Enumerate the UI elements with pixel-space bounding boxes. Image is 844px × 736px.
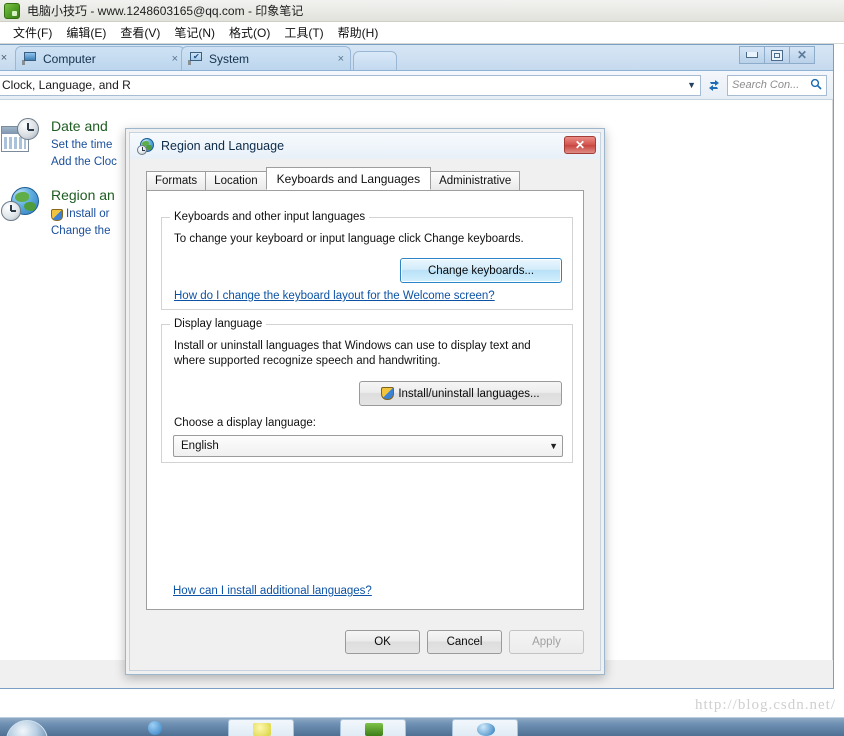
welcome-screen-help-link[interactable]: How do I change the keyboard layout for … — [174, 290, 495, 302]
install-uninstall-languages-button[interactable]: Install/uninstall languages... — [359, 381, 562, 406]
explorer-tab-computer[interactable]: Computer × — [15, 46, 185, 70]
host-app-title: 电脑小技巧 - www.1248603165@qq.com - 印象笔记 — [27, 4, 304, 18]
dialog-close-button[interactable]: ✕ — [564, 136, 596, 154]
menu-item-note[interactable]: 笔记(N) — [167, 22, 222, 43]
region-language-icon — [0, 185, 43, 229]
taskbar-window-button[interactable] — [228, 719, 294, 736]
item-title[interactable]: Date and — [51, 118, 117, 134]
item-title[interactable]: Region an — [51, 187, 115, 203]
shield-icon — [381, 387, 395, 400]
close-button[interactable]: ✕ — [789, 46, 815, 64]
search-icon — [810, 78, 822, 93]
item-link-label: Add the Cloc — [51, 156, 117, 168]
start-button[interactable] — [6, 720, 48, 736]
group-legend: Display language — [170, 318, 267, 330]
tab-close-icon[interactable]: × — [326, 53, 344, 65]
dialog-titlebar: Region and Language ✕ — [130, 133, 600, 159]
explorer-address-bar: Clock, Language, and R ▼ Search Con... — [0, 71, 833, 100]
display-language-group: Display language Install or uninstall la… — [161, 318, 573, 463]
item-link-label: Change the — [51, 225, 111, 237]
menu-item-edit[interactable]: 编辑(E) — [59, 22, 113, 43]
explorer-tabstrip: × Computer × ✔ System × ✕ — [0, 45, 833, 71]
dialog-tabs: Formats Location Keyboards and Languages… — [146, 167, 521, 190]
taskbar-pinned-icon[interactable] — [148, 721, 162, 735]
item-link[interactable]: Change the — [51, 223, 115, 240]
address-input[interactable]: Clock, Language, and R ▼ — [0, 74, 701, 96]
ok-button[interactable]: OK — [345, 630, 420, 654]
new-tab-button[interactable] — [353, 51, 397, 70]
explorer-tab-label: System — [209, 51, 250, 66]
date-time-icon — [0, 116, 43, 160]
chevron-down-icon[interactable]: ▼ — [549, 441, 558, 451]
taskbar-app-icon — [477, 723, 495, 736]
menu-item-format[interactable]: 格式(O) — [222, 22, 277, 43]
keyboards-group: Keyboards and other input languages To c… — [161, 211, 573, 310]
tab-administrative[interactable]: Administrative — [430, 171, 521, 190]
display-description-line1: Install or uninstall languages that Wind… — [174, 340, 531, 352]
region-and-language-dialog: Region and Language ✕ Formats Location K… — [125, 128, 605, 675]
taskbar-window-button[interactable] — [340, 719, 406, 736]
refresh-icon[interactable] — [701, 74, 727, 97]
taskbar-app-icon — [253, 723, 271, 736]
tab-formats[interactable]: Formats — [146, 171, 207, 190]
item-link-label: Set the time — [51, 139, 113, 151]
host-app-menubar: 文件(F) 编辑(E) 查看(V) 笔记(N) 格式(O) 工具(T) 帮助(H… — [0, 22, 844, 44]
evernote-icon — [4, 2, 20, 19]
chevron-down-icon[interactable]: ▼ — [679, 80, 696, 90]
menu-item-view[interactable]: 查看(V) — [113, 22, 167, 43]
computer-icon — [22, 52, 37, 65]
search-placeholder: Search Con... — [732, 79, 800, 91]
windows-taskbar — [0, 717, 844, 736]
evernote-app-window: 电脑小技巧 - www.1248603165@qq.com - 印象笔记 文件(… — [0, 0, 844, 736]
close-all-tabs-icon[interactable]: × — [0, 46, 13, 70]
install-additional-languages-link[interactable]: How can I install additional languages? — [173, 585, 372, 597]
tab-close-icon[interactable]: × — [160, 53, 178, 65]
dialog-title: Region and Language — [161, 139, 285, 153]
button-label: Install/uninstall languages... — [398, 387, 540, 400]
host-app-titlebar: 电脑小技巧 - www.1248603165@qq.com - 印象笔记 — [0, 0, 844, 22]
explorer-tab-system[interactable]: ✔ System × — [181, 46, 351, 70]
minimize-button[interactable] — [739, 46, 765, 64]
system-icon: ✔ — [188, 52, 203, 65]
keyboards-description: To change your keyboard or input languag… — [174, 233, 524, 245]
item-link-label: Install or — [66, 208, 110, 220]
item-link[interactable]: Add the Cloc — [51, 154, 117, 171]
search-input[interactable]: Search Con... — [727, 74, 827, 96]
shield-icon — [51, 208, 63, 221]
apply-button: Apply — [509, 630, 584, 654]
maximize-button[interactable] — [764, 46, 790, 64]
item-link[interactable]: Install or — [51, 206, 115, 223]
tab-location[interactable]: Location — [205, 171, 267, 190]
content-right-border — [832, 100, 833, 660]
region-language-icon — [137, 137, 154, 155]
change-keyboards-button[interactable]: Change keyboards... — [400, 258, 562, 283]
menu-item-tools[interactable]: 工具(T) — [277, 22, 330, 43]
taskbar-app-icon — [365, 723, 383, 736]
dialog-tab-panel: Keyboards and other input languages To c… — [146, 190, 584, 610]
tab-keyboards-and-languages[interactable]: Keyboards and Languages — [265, 167, 432, 190]
watermark-text: http://blog.csdn.net/ — [695, 697, 836, 713]
cancel-button[interactable]: Cancel — [427, 630, 502, 654]
taskbar-window-button[interactable] — [452, 719, 518, 736]
dialog-footer: OK Cancel Apply — [345, 630, 584, 654]
menu-item-help[interactable]: 帮助(H) — [331, 22, 386, 43]
breadcrumb: Clock, Language, and R — [2, 78, 131, 92]
choose-display-language-label: Choose a display language: — [174, 417, 316, 429]
window-controls: ✕ — [739, 46, 815, 64]
explorer-tab-label: Computer — [43, 51, 96, 66]
display-description-line2: where supported recognize speech and han… — [174, 355, 441, 367]
selected-language-value: English — [181, 440, 219, 452]
display-language-select[interactable]: English ▼ — [173, 435, 563, 457]
group-legend: Keyboards and other input languages — [170, 211, 370, 223]
menu-item-file[interactable]: 文件(F) — [6, 22, 59, 43]
item-link[interactable]: Set the time — [51, 137, 117, 154]
